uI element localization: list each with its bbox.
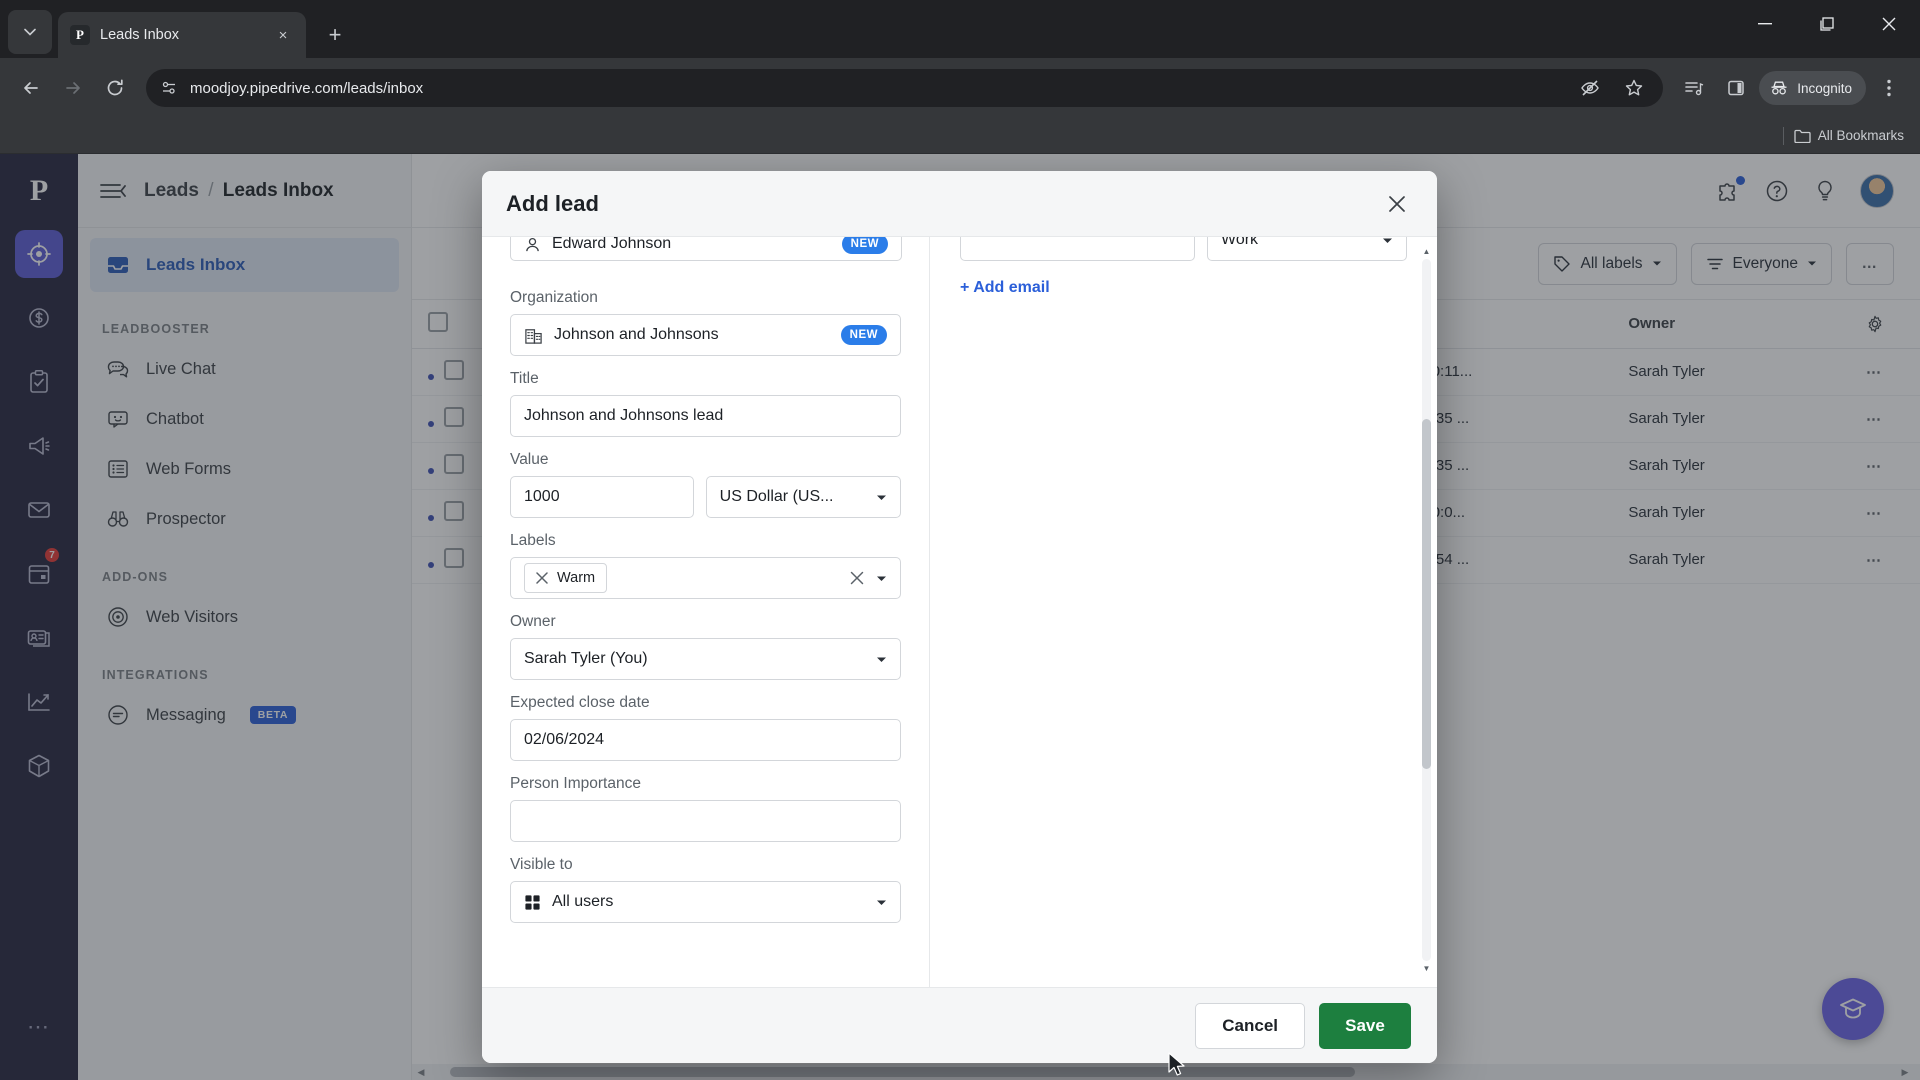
email-type-select[interactable]: Work — [1207, 237, 1407, 261]
title-input[interactable]: Johnson and Johnsons lead — [510, 395, 901, 437]
visible-to-label: Visible to — [510, 856, 573, 873]
currency-value: US Dollar (US... — [719, 488, 834, 505]
value-amount: 1000 — [524, 488, 560, 505]
folder-icon — [1794, 129, 1811, 143]
browser-window: P Leads Inbox × + moodjoy.pipedrive.com/… — [0, 0, 1920, 1080]
incognito-icon — [1769, 78, 1789, 98]
visible-to-value: All users — [552, 893, 614, 910]
reload-icon[interactable] — [96, 69, 134, 107]
save-button[interactable]: Save — [1319, 1002, 1411, 1049]
value-label: Value — [510, 451, 549, 468]
expected-close-date-input[interactable]: 02/06/2024 — [510, 719, 901, 761]
cancel-button[interactable]: Cancel — [1195, 1002, 1305, 1049]
labels-select[interactable]: Warm — [510, 557, 901, 599]
person-importance-label: Person Importance — [510, 775, 641, 792]
email-input[interactable] — [960, 237, 1195, 261]
forward-icon[interactable] — [54, 69, 92, 107]
chevron-down-icon — [876, 899, 887, 906]
organization-input[interactable]: Johnson and Johnsons NEW — [510, 314, 901, 356]
expected-close-date-label: Expected close date — [510, 694, 650, 711]
modal-scrollbar-thumb[interactable] — [1422, 419, 1431, 769]
owner-value: Sarah Tyler (You) — [524, 650, 648, 667]
title-label: Title — [510, 370, 539, 387]
labels-label: Labels — [510, 532, 556, 549]
modal-footer: Cancel Save — [482, 987, 1437, 1063]
modal-title: Add lead — [506, 190, 599, 216]
title-value: Johnson and Johnsons lead — [524, 407, 724, 424]
back-icon[interactable] — [12, 69, 50, 107]
visible-to-select[interactable]: All users — [510, 881, 901, 923]
bookmark-star-icon[interactable] — [1615, 69, 1653, 107]
site-settings-icon[interactable] — [160, 79, 178, 97]
email-type-value: Work — [1221, 237, 1259, 248]
person-field-clipped[interactable]: Edward Johnson NEW — [510, 237, 902, 261]
modal-scrollbar-track[interactable] — [1422, 259, 1431, 961]
modal-right-column: Work + Add email — [930, 237, 1437, 987]
add-lead-modal: Add lead Edward Johnson NEW Organization… — [482, 171, 1437, 1063]
close-modal-icon[interactable] — [1381, 188, 1413, 220]
remove-label-icon[interactable] — [536, 572, 548, 584]
chevron-down-icon — [1382, 237, 1393, 244]
organization-new-badge: NEW — [840, 325, 887, 345]
modal-vertical-scrollbar[interactable]: ▲ ▼ — [1422, 247, 1431, 973]
currency-select[interactable]: US Dollar (US... — [705, 476, 901, 518]
building-icon — [524, 326, 543, 345]
page-viewport: P 7 ⋯ Leads / Leads Inbox Leads Inbox LE… — [0, 154, 1920, 1080]
organization-label: Organization — [510, 289, 598, 306]
person-importance-input[interactable] — [510, 800, 901, 842]
person-icon — [524, 237, 541, 253]
maximize-icon[interactable] — [1796, 0, 1858, 48]
pipedrive-favicon: P — [70, 25, 90, 45]
person-new-badge: NEW — [841, 237, 888, 254]
bookmarks-bar: All Bookmarks — [0, 118, 1920, 154]
label-chip-text: Warm — [557, 570, 596, 586]
close-tab-icon[interactable]: × — [272, 24, 294, 46]
window-controls — [1734, 0, 1920, 48]
incognito-indicator[interactable]: Incognito — [1759, 71, 1866, 105]
value-amount-input[interactable]: 1000 — [510, 476, 694, 518]
value-row: 1000 US Dollar (US... — [510, 476, 901, 518]
modal-header: Add lead — [482, 171, 1437, 237]
chrome-menu-icon[interactable] — [1870, 69, 1908, 107]
browser-tab[interactable]: P Leads Inbox × — [58, 12, 306, 58]
modal-body: Edward Johnson NEW Organization Johnson … — [482, 237, 1437, 987]
organization-value: Johnson and Johnsons — [554, 326, 719, 343]
expected-close-date-value: 02/06/2024 — [524, 731, 605, 748]
chevron-down-icon — [876, 494, 887, 501]
incognito-label: Incognito — [1797, 80, 1852, 96]
bookmarks-divider — [1782, 126, 1784, 145]
person-value: Edward Johnson — [552, 237, 672, 252]
email-row: Work — [960, 237, 1407, 261]
tab-strip: P Leads Inbox × + — [0, 0, 1920, 58]
browser-toolbar: moodjoy.pipedrive.com/leads/inbox Incogn… — [0, 58, 1920, 118]
chevron-down-icon — [876, 656, 887, 663]
tab-title: Leads Inbox — [100, 27, 180, 43]
all-bookmarks-label: All Bookmarks — [1817, 128, 1904, 143]
tracking-protection-icon[interactable] — [1571, 69, 1609, 107]
scroll-down-icon[interactable]: ▼ — [1422, 964, 1431, 973]
url-text: moodjoy.pipedrive.com/leads/inbox — [190, 79, 424, 97]
owner-label: Owner — [510, 613, 556, 630]
scroll-up-icon[interactable]: ▲ — [1422, 247, 1431, 256]
close-window-icon[interactable] — [1858, 0, 1920, 48]
minimize-icon[interactable] — [1734, 0, 1796, 48]
owner-select[interactable]: Sarah Tyler (You) — [510, 638, 901, 680]
clear-labels-icon[interactable] — [850, 571, 864, 585]
all-bookmarks-button[interactable]: All Bookmarks — [1794, 128, 1904, 143]
new-tab-icon[interactable]: + — [318, 18, 352, 52]
all-users-grid-icon — [524, 894, 541, 911]
tab-search-chevron-icon[interactable] — [8, 10, 52, 54]
label-chip-warm[interactable]: Warm — [524, 563, 608, 593]
media-playlist-icon[interactable] — [1675, 69, 1713, 107]
modal-left-column: Edward Johnson NEW Organization Johnson … — [482, 237, 930, 987]
side-panel-icon[interactable] — [1717, 69, 1755, 107]
chevron-down-icon[interactable] — [876, 575, 887, 582]
address-bar[interactable]: moodjoy.pipedrive.com/leads/inbox — [146, 69, 1664, 107]
add-email-link[interactable]: + Add email — [960, 279, 1050, 297]
